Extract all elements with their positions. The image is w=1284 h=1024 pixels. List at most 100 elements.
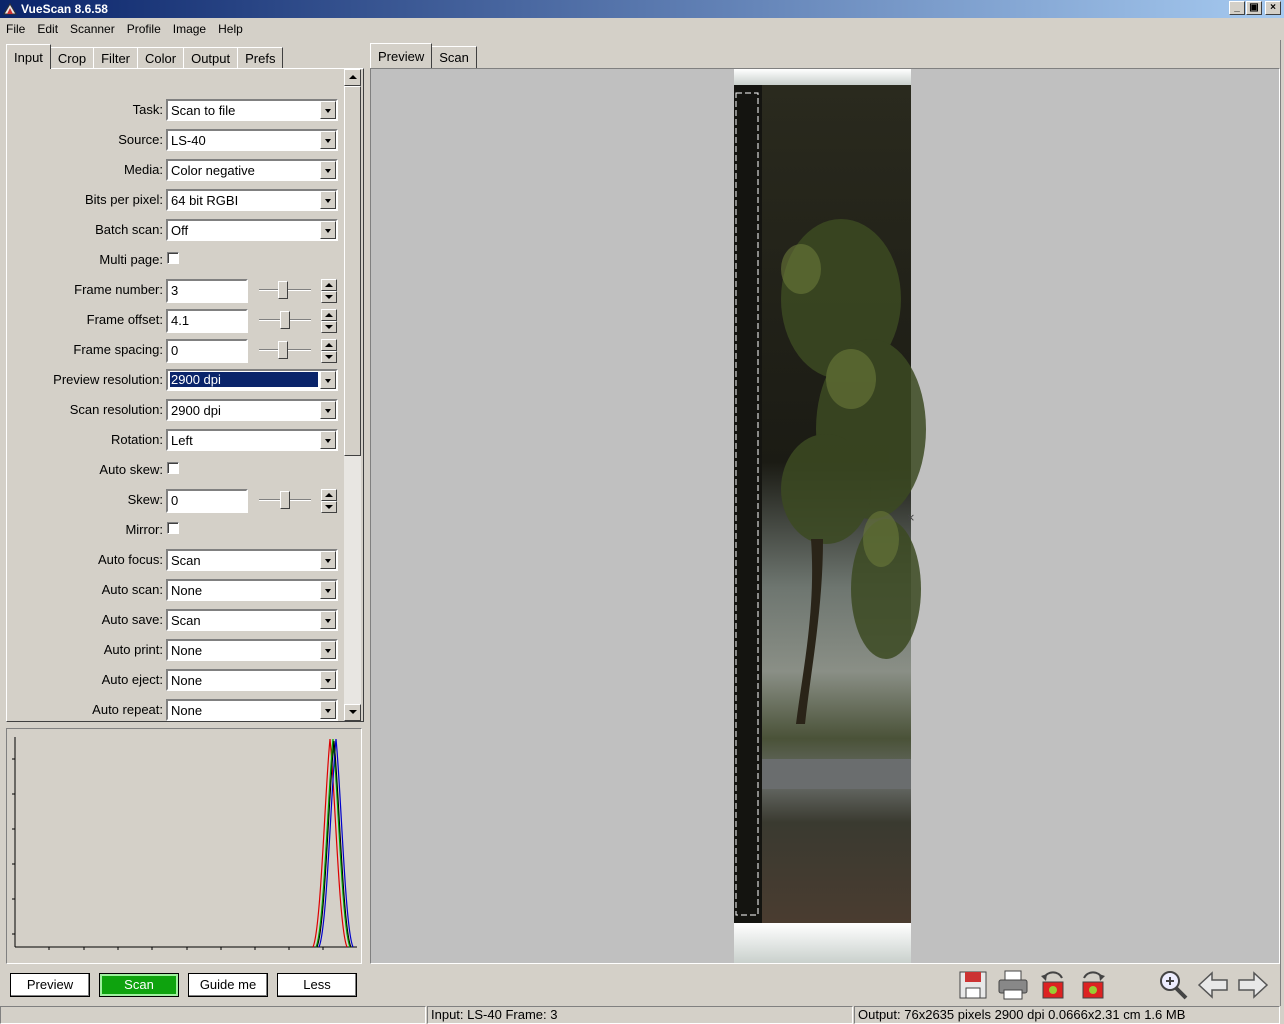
frame-offset-input[interactable]: 4.1: [166, 309, 248, 333]
spin-down-icon[interactable]: [321, 291, 337, 303]
restore-button[interactable]: ▣: [1246, 1, 1262, 15]
scan-resolution-dropdown[interactable]: 2900 dpi: [166, 399, 338, 421]
bits-per-pixel-dropdown[interactable]: 64 bit RGBI: [166, 189, 338, 211]
auto-save-dropdown[interactable]: Scan: [166, 609, 338, 631]
setting-row-auto-focus: Auto focus: Scan: [7, 549, 347, 571]
spin-down-icon[interactable]: [321, 501, 337, 513]
source-dropdown[interactable]: LS-40: [166, 129, 338, 151]
tab-prefs[interactable]: Prefs: [237, 47, 284, 69]
tab-output[interactable]: Output: [183, 47, 239, 69]
rotate-left-icon[interactable]: [1036, 968, 1070, 1002]
menu-image[interactable]: Image: [167, 22, 212, 36]
setting-row-scan-resolution: Scan resolution: 2900 dpi: [7, 399, 347, 421]
setting-row-auto-eject: Auto eject: None: [7, 669, 347, 691]
next-frame-icon[interactable]: [1236, 968, 1270, 1002]
multi-page-checkbox[interactable]: [167, 252, 179, 264]
auto-repeat-dropdown[interactable]: None: [166, 699, 338, 721]
close-button[interactable]: ×: [1265, 1, 1281, 15]
preview-resolution-dropdown[interactable]: 2900 dpi: [166, 369, 338, 391]
task-dropdown[interactable]: Scan to file: [166, 99, 338, 121]
zoom-icon[interactable]: [1156, 968, 1190, 1002]
frame-number-slider[interactable]: [259, 279, 311, 301]
chevron-down-icon[interactable]: [320, 371, 336, 389]
frame-number-input[interactable]: 3: [166, 279, 248, 303]
slider-thumb[interactable]: [278, 341, 288, 359]
tab-filter[interactable]: Filter: [93, 47, 138, 69]
chevron-down-icon[interactable]: [320, 551, 336, 569]
spin-down-icon[interactable]: [321, 321, 337, 333]
frame-spacing-spinner[interactable]: [321, 339, 337, 363]
histogram: [6, 728, 362, 964]
slider-thumb[interactable]: [278, 281, 288, 299]
auto-print-dropdown[interactable]: None: [166, 639, 338, 661]
skew-slider[interactable]: [259, 489, 311, 511]
frame-offset-spinner[interactable]: [321, 309, 337, 333]
chevron-down-icon[interactable]: [320, 101, 336, 119]
menu-help[interactable]: Help: [212, 22, 249, 36]
chevron-down-icon[interactable]: [320, 671, 336, 689]
setting-row-batch-scan: Batch scan: Off: [7, 219, 347, 241]
skew-spinner[interactable]: [321, 489, 337, 513]
tab-preview[interactable]: Preview: [370, 43, 433, 68]
auto-eject-dropdown[interactable]: None: [166, 669, 338, 691]
minimize-button[interactable]: _: [1229, 1, 1245, 15]
auto-eject-label: Auto eject:: [101, 672, 163, 687]
auto-focus-dropdown[interactable]: Scan: [166, 549, 338, 571]
mirror-checkbox[interactable]: [167, 522, 179, 534]
frame-spacing-input[interactable]: 0: [166, 339, 248, 363]
spin-up-icon[interactable]: [321, 489, 337, 501]
chevron-down-icon[interactable]: [320, 431, 336, 449]
media-dropdown[interactable]: Color negative: [166, 159, 338, 181]
scroll-thumb[interactable]: [344, 86, 361, 456]
setting-row-frame-number: Frame number: 3: [7, 279, 347, 303]
less-button[interactable]: Less: [277, 973, 357, 997]
chevron-down-icon[interactable]: [320, 161, 336, 179]
tab-crop[interactable]: Crop: [49, 47, 95, 69]
status-input: Input: LS-40 Frame: 3: [427, 1006, 853, 1024]
scan-button[interactable]: Scan: [99, 973, 179, 997]
print-icon[interactable]: [996, 968, 1030, 1002]
rotation-dropdown[interactable]: Left: [166, 429, 338, 451]
spin-up-icon[interactable]: [321, 279, 337, 291]
chevron-down-icon[interactable]: [320, 581, 336, 599]
chevron-down-icon[interactable]: [320, 191, 336, 209]
scroll-down-button[interactable]: [344, 704, 361, 721]
preview-canvas[interactable]: ×: [370, 68, 1280, 964]
chevron-down-icon[interactable]: [320, 641, 336, 659]
spin-down-icon[interactable]: [321, 351, 337, 363]
setting-row-auto-print: Auto print: None: [7, 639, 347, 661]
scroll-up-button[interactable]: [344, 69, 361, 86]
rotation-label: Rotation:: [110, 432, 163, 447]
setting-row-source: Source: LS-40: [7, 129, 347, 151]
slider-thumb[interactable]: [280, 311, 290, 329]
auto-skew-checkbox[interactable]: [167, 462, 179, 474]
menu-scanner[interactable]: Scanner: [64, 22, 121, 36]
frame-spacing-slider[interactable]: [259, 339, 311, 361]
spin-up-icon[interactable]: [321, 339, 337, 351]
tab-color[interactable]: Color: [137, 47, 185, 69]
settings-scrollbar[interactable]: [344, 69, 361, 721]
chevron-down-icon[interactable]: [320, 221, 336, 239]
menu-profile[interactable]: Profile: [121, 22, 167, 36]
frame-offset-slider[interactable]: [259, 309, 311, 331]
spin-up-icon[interactable]: [321, 309, 337, 321]
skew-input[interactable]: 0: [166, 489, 248, 513]
frame-number-spinner[interactable]: [321, 279, 337, 303]
tab-input[interactable]: Input: [6, 44, 51, 69]
rotate-right-icon[interactable]: [1076, 968, 1110, 1002]
preview-button[interactable]: Preview: [10, 973, 90, 997]
batch-scan-dropdown[interactable]: Off: [166, 219, 338, 241]
auto-scan-dropdown[interactable]: None: [166, 579, 338, 601]
slider-thumb[interactable]: [280, 491, 290, 509]
menu-edit[interactable]: Edit: [31, 22, 64, 36]
save-icon[interactable]: [956, 968, 990, 1002]
film-strip-preview[interactable]: ×: [371, 69, 1279, 963]
chevron-down-icon[interactable]: [320, 611, 336, 629]
previous-frame-icon[interactable]: [1196, 968, 1230, 1002]
tab-scan[interactable]: Scan: [431, 46, 477, 68]
chevron-down-icon[interactable]: [320, 131, 336, 149]
guide-me-button[interactable]: Guide me: [188, 973, 268, 997]
chevron-down-icon[interactable]: [320, 701, 336, 719]
chevron-down-icon[interactable]: [320, 401, 336, 419]
menu-file[interactable]: File: [0, 22, 31, 36]
